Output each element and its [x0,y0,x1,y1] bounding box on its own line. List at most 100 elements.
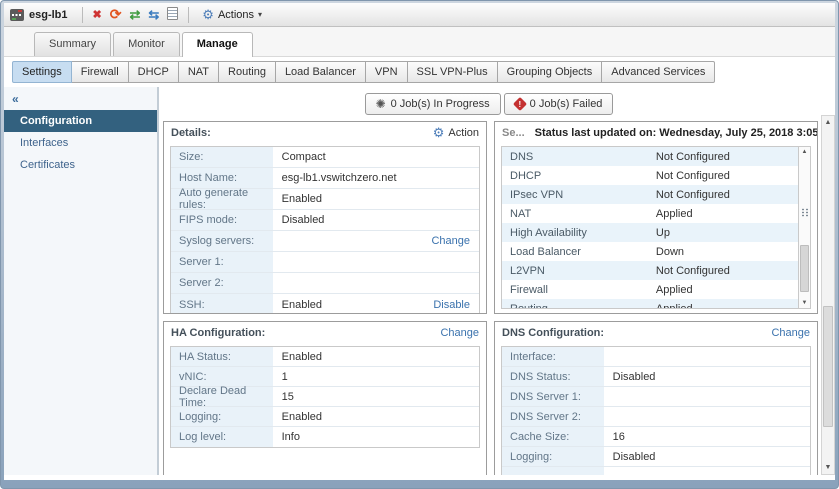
dns-change-link[interactable]: Change [771,327,810,339]
tab-monitor[interactable]: Monitor [113,32,180,56]
table-row: NAT Applied [502,204,798,223]
ha-title: HA Configuration: [171,327,265,339]
services-scrollbar[interactable]: ▲ ▼ [798,147,810,308]
resize-grip[interactable] [801,208,809,217]
force-sync-button[interactable]: ⇄ [125,6,144,24]
services-title: Se... [502,127,525,139]
subtab-settings[interactable]: Settings [12,61,72,83]
table-row: DNS Server 2: [502,407,810,427]
ha-panel-header: HA Configuration: Change [164,322,486,344]
table-row: DHCP Not Configured [502,166,798,185]
ssh-disable-link[interactable]: Disable [433,299,470,311]
table-row: Syslog servers: Change [171,231,479,252]
subtab-dhcp[interactable]: DHCP [128,61,179,83]
subtab-load-balancer[interactable]: Load Balancer [275,61,366,83]
action-label: Action [448,127,479,139]
details-panel: Details: ⚙ Action Size: Compact [163,121,487,314]
table-row: Log level: Info [171,427,479,447]
table-row: High Availability Up [502,223,798,242]
scroll-down-icon[interactable]: ▼ [822,464,834,471]
content-scrollbar[interactable]: ▲ ▼ [821,115,835,475]
table-row: SSH: Enabled Disable [171,294,479,314]
edge-gateway-icon [10,9,24,21]
collapse-sidebar-icon[interactable]: « [4,90,157,110]
dns-panel-header: DNS Configuration: Change [495,322,817,344]
gear-icon: ⚙ [433,125,445,141]
spinner-icon: ✺ [376,97,386,111]
delete-button[interactable]: ✖ [89,5,106,24]
ha-change-link[interactable]: Change [440,327,479,339]
table-row: Routing Applied [502,299,798,309]
tab-summary[interactable]: Summary [34,32,111,56]
content-area: ✺ 0 Job(s) In Progress ! 0 Job(s) Failed… [159,87,835,475]
subtab-nat[interactable]: NAT [178,61,219,83]
services-panel: Se... Status last updated on: Wednesday,… [494,121,818,314]
change-appliance-button[interactable]: ⇆ [144,6,163,24]
table-row: Cache Size: 16 [502,427,810,447]
error-icon: ! [513,97,527,111]
table-row: DNS Server 1: [502,387,810,407]
scroll-down-icon[interactable]: ▼ [799,300,810,306]
table-row: Load Balancer Down [502,242,798,261]
jobs-in-progress-button[interactable]: ✺ 0 Job(s) In Progress [365,93,501,115]
redeploy-icon: ⟳ [110,6,122,22]
scroll-up-icon[interactable]: ▲ [822,119,834,126]
table-row: L2VPN Not Configured [502,261,798,280]
object-title: esg-lb1 [29,9,68,21]
subtab-advanced-services[interactable]: Advanced Services [601,61,715,83]
table-row-partial [502,467,810,475]
subtab-firewall[interactable]: Firewall [71,61,129,83]
table-row: Auto generate rules: Enabled [171,189,479,210]
object-toolbar: esg-lb1 ✖ ⟳ ⇄ ⇆ ⚙ Actions ▾ [4,3,835,27]
table-row: DNS Not Configured [502,147,798,166]
jobs-in-progress-label: 0 Job(s) In Progress [391,98,490,110]
ha-configuration-panel: HA Configuration: Change HA Status: Enab… [163,321,487,475]
table-row: DNS Status: Disabled [502,367,810,387]
transfer-icon: ⇆ [148,7,159,22]
table-row: Interface: [502,347,810,367]
delete-icon: ✖ [93,9,102,21]
table-row: Host Name: esg-lb1.vswitchzero.net [171,168,479,189]
table-row: Firewall Applied [502,280,798,299]
sidebar-item-certificates[interactable]: Certificates [4,154,157,176]
ha-table: HA Status: Enabled vNIC: 1 Declare Dead … [170,346,480,448]
tab-manage[interactable]: Manage [182,32,253,57]
app-window: esg-lb1 ✖ ⟳ ⇄ ⇆ ⚙ Actions ▾ Summary Moni… [0,0,839,489]
jobs-failed-button[interactable]: ! 0 Job(s) Failed [504,93,614,115]
services-status-updated: Status last updated on: Wednesday, July … [535,127,818,139]
services-rows: DNS Not Configured DHCP Not Configured I… [502,147,798,308]
table-row: Server 1: [171,252,479,273]
gear-icon: ⚙ [202,7,214,23]
subtab-grouping-objects[interactable]: Grouping Objects [497,61,603,83]
services-panel-header: Se... Status last updated on: Wednesday,… [495,122,817,144]
table-row: Size: Compact [171,147,479,168]
actions-button[interactable]: ⚙ Actions ▾ [195,4,269,26]
jobs-status-bar: ✺ 0 Job(s) In Progress ! 0 Job(s) Failed [159,93,819,115]
scrollbar-thumb[interactable] [800,245,809,292]
sidebar-item-interfaces[interactable]: Interfaces [4,132,157,154]
actions-label: Actions [218,9,254,21]
notes-icon [167,7,178,20]
tab-bar: Summary Monitor Manage [4,27,835,57]
jobs-failed-label: 0 Job(s) Failed [530,98,603,110]
toolbar-separator [188,7,189,23]
logs-button[interactable] [163,5,182,25]
table-row: Logging: Enabled [171,407,479,427]
details-action-button[interactable]: ⚙ Action [433,125,479,141]
details-title: Details: [171,127,211,139]
redeploy-button[interactable]: ⟳ [106,5,126,24]
dns-title: DNS Configuration: [502,327,604,339]
subtab-ssl-vpn-plus[interactable]: SSL VPN-Plus [407,61,498,83]
subtab-routing[interactable]: Routing [218,61,276,83]
scrollbar-thumb[interactable] [823,306,833,428]
table-row: Logging: Disabled [502,447,810,467]
details-panel-header: Details: ⚙ Action [164,122,486,144]
subtab-vpn[interactable]: VPN [365,61,408,83]
edge-manage-view: esg-lb1 ✖ ⟳ ⇄ ⇆ ⚙ Actions ▾ Summary Moni… [4,3,835,480]
syslog-change-link[interactable]: Change [431,235,470,247]
subtab-bar: Settings Firewall DHCP NAT Routing Load … [4,57,835,87]
sidebar-item-configuration[interactable]: Configuration [4,110,157,132]
chevron-down-icon: ▾ [258,10,262,19]
panels-grid: Details: ⚙ Action Size: Compact [163,121,818,475]
scroll-up-icon[interactable]: ▲ [799,149,810,155]
